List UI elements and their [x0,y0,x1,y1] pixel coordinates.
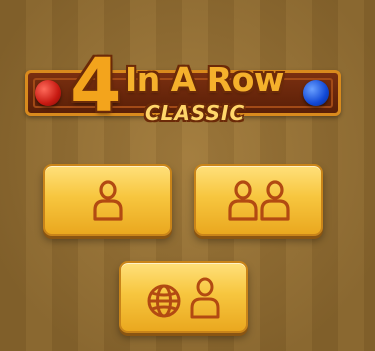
two-persons-icon [227,180,290,221]
two-player-button[interactable] [194,164,323,236]
single-player-button[interactable] [43,164,172,236]
globe-person-icon [147,277,219,319]
logo-number: 4 [70,43,122,129]
person-icon [92,180,123,221]
online-play-button[interactable] [119,261,248,333]
logo-subtitle: CLASSIC [145,101,246,125]
blue-disc-icon [303,80,329,106]
red-disc-icon [35,80,61,106]
game-logo: 4 In A Row CLASSIC [25,49,341,135]
person-icon [190,277,219,319]
globe-icon [147,284,180,318]
logo-title: In A Row [125,60,284,99]
